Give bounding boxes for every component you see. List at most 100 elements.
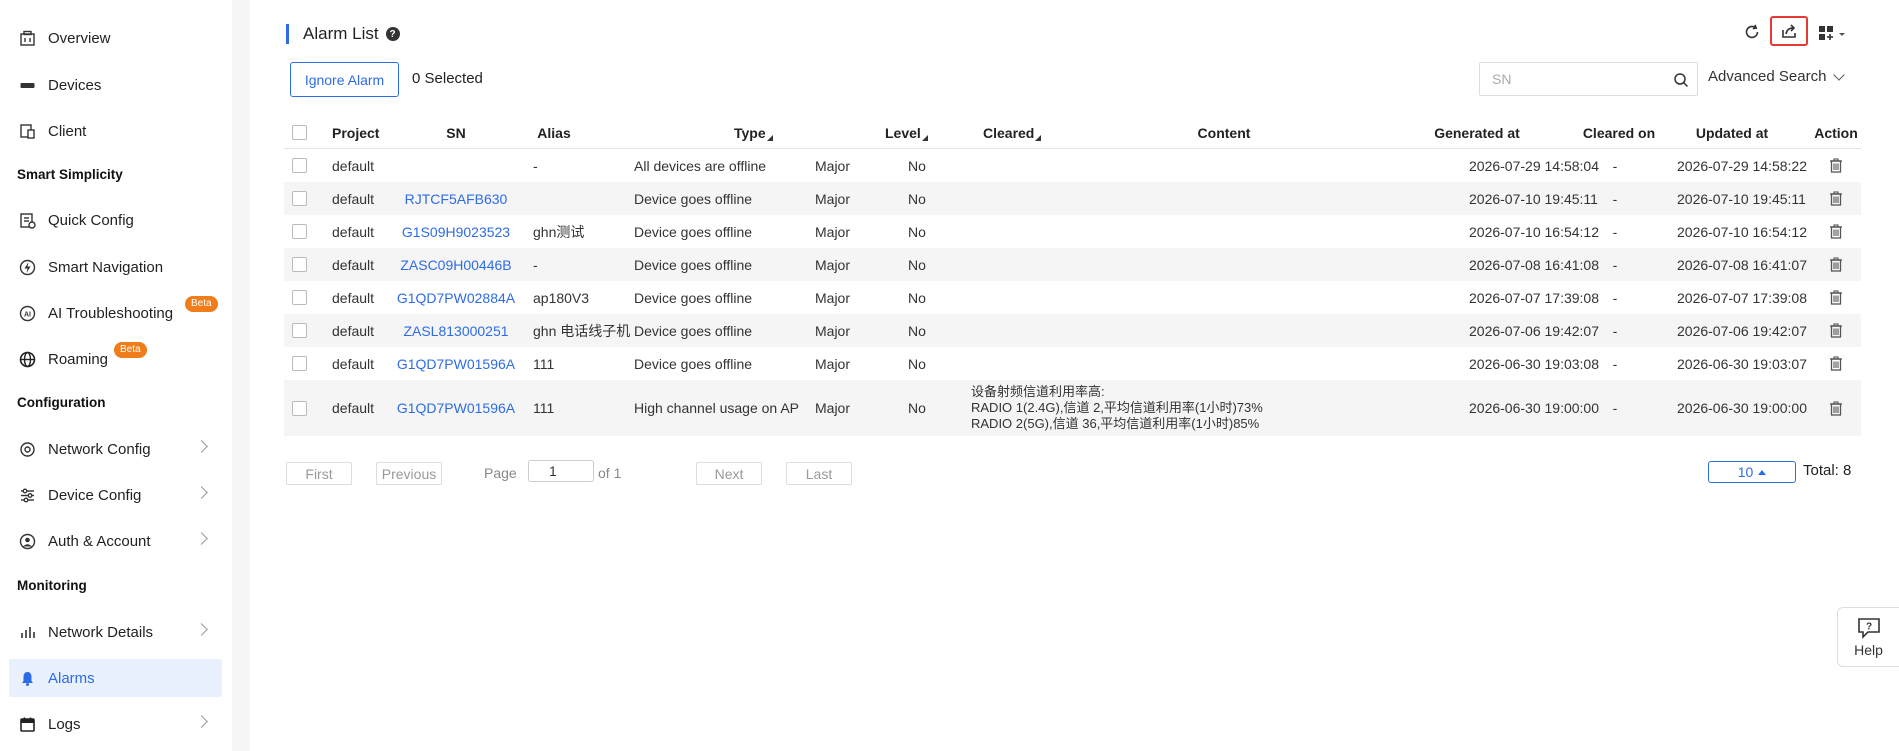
sidebar-item-label: AI Troubleshooting xyxy=(48,304,174,322)
cell-updated: 2026-07-06 19:42:07 xyxy=(1677,322,1807,339)
cell-project: default xyxy=(332,355,375,372)
delete-icon[interactable] xyxy=(1811,248,1861,281)
advanced-search-label: Advanced Search xyxy=(1708,68,1827,85)
col-type[interactable]: Type xyxy=(734,117,773,148)
cell-alias: ghn测试 xyxy=(533,223,585,240)
search-input[interactable] xyxy=(1490,63,1664,95)
advanced-search-toggle[interactable]: Advanced Search xyxy=(1708,68,1846,85)
row-checkbox[interactable] xyxy=(284,182,314,215)
settings-icon xyxy=(18,440,36,458)
table-body: default - All devices are offline Major No 20… xyxy=(284,149,1861,436)
sidebar-item-label: Logs xyxy=(48,715,81,733)
table-row: default G1QD7PW01596A 111 High channel usag… xyxy=(284,380,1861,436)
ai-icon: AI xyxy=(18,304,36,322)
delete-icon[interactable] xyxy=(1811,281,1861,314)
select-all-checkbox[interactable] xyxy=(284,117,314,148)
next-page-button[interactable]: Next xyxy=(696,462,762,485)
sidebar-item-network-details[interactable]: Network Details xyxy=(9,613,222,651)
globe-icon xyxy=(18,350,36,368)
delete-icon[interactable] xyxy=(1811,215,1861,248)
sidebar-item-logs[interactable]: Logs xyxy=(9,705,222,743)
cell-cleared: No xyxy=(908,322,926,339)
cell-sn[interactable]: G1QD7PW02884A xyxy=(380,281,532,314)
sidebar-item-alarms[interactable]: Alarms xyxy=(9,659,222,697)
page-label: Page xyxy=(484,465,517,481)
first-page-button[interactable]: First xyxy=(286,462,352,485)
cell-sn[interactable]: ZASL813000251 xyxy=(380,314,532,347)
cell-alias: ghn 电话线子机 xyxy=(533,322,631,339)
delete-icon[interactable] xyxy=(1811,314,1861,347)
col-level[interactable]: Level xyxy=(885,117,928,148)
row-checkbox[interactable] xyxy=(284,347,314,380)
cell-type: High channel usage on AP xyxy=(634,400,800,416)
sidebar-item-auth-account[interactable]: Auth & Account xyxy=(9,522,222,560)
sidebar-item-device-config[interactable]: Device Config xyxy=(9,476,222,514)
cell-updated: 2026-07-10 19:45:11 xyxy=(1677,190,1806,207)
row-checkbox[interactable] xyxy=(284,281,314,314)
delete-icon[interactable] xyxy=(1811,149,1861,182)
section-monitoring: Monitoring xyxy=(17,578,87,593)
delete-icon[interactable] xyxy=(1811,182,1861,215)
sidebar: Overview Devices Client Smart Simplicity… xyxy=(0,0,232,751)
cell-sn[interactable]: G1QD7PW01596A xyxy=(380,380,532,436)
sidebar-item-smart-navigation[interactable]: Smart Navigation xyxy=(9,248,222,286)
content-line: 设备射频信道利用率高: xyxy=(971,384,1105,399)
content-line: RADIO 1(2.4G),信道 2,平均信道利用率(1小时)73% xyxy=(971,400,1263,415)
cell-type: Device goes offline xyxy=(634,223,753,240)
cell-level: Major xyxy=(815,322,851,339)
cell-sn[interactable]: ZASC09H00446B xyxy=(380,248,532,281)
cell-level: Major xyxy=(815,256,851,273)
search-box xyxy=(1479,62,1698,96)
cell-sn[interactable]: RJTCF5AFB630 xyxy=(380,182,532,215)
sidebar-item-client[interactable]: Client xyxy=(9,112,222,150)
sidebar-item-devices[interactable]: Devices xyxy=(9,66,222,104)
section-configuration: Configuration xyxy=(17,395,106,410)
cell-type: Device goes offline xyxy=(634,355,753,372)
cell-level: Major xyxy=(815,223,851,240)
row-checkbox[interactable] xyxy=(284,149,314,182)
quick-config-icon xyxy=(18,211,36,229)
cell-updated: 2026-07-08 16:41:07 xyxy=(1677,256,1807,273)
previous-page-button[interactable]: Previous xyxy=(376,462,442,485)
row-checkbox[interactable] xyxy=(284,380,314,436)
search-icon[interactable] xyxy=(1673,72,1689,91)
cell-sn[interactable]: G1S09H9023523 xyxy=(380,215,532,248)
cell-generated: 2026-07-29 14:58:04 xyxy=(1469,157,1599,174)
sidebar-item-network-config[interactable]: Network Config xyxy=(9,430,222,468)
col-cleared-label: Cleared xyxy=(983,124,1035,141)
refresh-icon[interactable] xyxy=(1742,22,1762,42)
ignore-alarm-button[interactable]: Ignore Alarm xyxy=(290,62,399,97)
col-project: Project xyxy=(332,124,380,141)
sidebar-item-quick-config[interactable]: Quick Config xyxy=(9,201,222,239)
export-button[interactable] xyxy=(1770,16,1808,46)
cell-type: Device goes offline xyxy=(634,289,753,306)
col-cleared[interactable]: Cleared xyxy=(983,117,1042,148)
caret-up-icon xyxy=(1758,469,1767,475)
cell-generated: 2026-06-30 19:00:00 xyxy=(1469,400,1599,416)
main-content: Alarm List ? Ignore Alarm 0 Selected Adv… xyxy=(250,0,1899,751)
help-question-icon[interactable]: ? xyxy=(385,27,400,41)
page-number-input[interactable] xyxy=(547,461,601,481)
content-line: RADIO 2(5G),信道 36,平均信道利用率(1小时)85% xyxy=(971,416,1260,431)
row-checkbox[interactable] xyxy=(284,215,314,248)
last-page-button[interactable]: Last xyxy=(786,462,852,485)
alarm-table: Project SN Alias Type Level Cleared Cont… xyxy=(284,117,1861,436)
row-checkbox[interactable] xyxy=(284,314,314,347)
row-checkbox[interactable] xyxy=(284,248,314,281)
col-generated-at: Generated at xyxy=(1434,124,1520,141)
sidebar-item-overview[interactable]: Overview xyxy=(9,19,222,57)
delete-icon[interactable] xyxy=(1811,347,1861,380)
cell-type: Device goes offline xyxy=(634,190,753,207)
delete-icon[interactable] xyxy=(1811,380,1861,436)
cell-cleared: No xyxy=(908,223,926,240)
cell-sn xyxy=(380,149,532,182)
page-of-label: of 1 xyxy=(598,465,622,481)
page-size-select[interactable]: 10 xyxy=(1708,461,1796,483)
cell-cleared-on: - xyxy=(1612,400,1618,416)
help-button[interactable]: ? Help xyxy=(1837,607,1899,667)
columns-grid-icon[interactable] xyxy=(1818,24,1848,42)
cell-sn[interactable]: G1QD7PW01596A xyxy=(380,347,532,380)
chevron-right-icon xyxy=(195,486,208,499)
cell-updated: 2026-06-30 19:00:00 xyxy=(1677,400,1807,416)
cell-generated: 2026-07-06 19:42:07 xyxy=(1469,322,1599,339)
